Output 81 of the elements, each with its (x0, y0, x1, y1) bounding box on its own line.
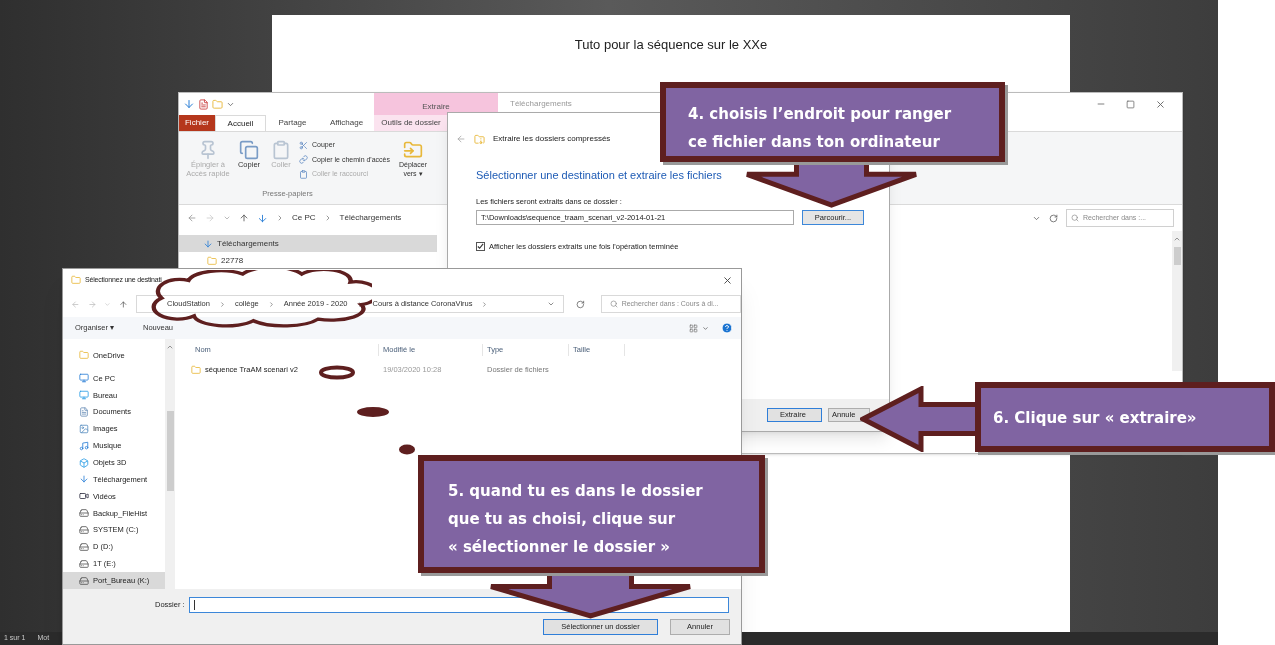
download-icon (79, 474, 89, 485)
back-icon[interactable] (71, 299, 80, 309)
drive-icon (79, 525, 89, 535)
scrollbar[interactable] (1172, 231, 1182, 371)
forward-icon[interactable] (205, 213, 215, 223)
document-title: Tuto pour la séquence sur le XXe (574, 36, 768, 54)
drive-icon (79, 508, 89, 519)
view-icon[interactable] (689, 323, 698, 333)
image-icon (79, 423, 89, 434)
drive-icon (79, 558, 89, 569)
scrollbar[interactable] (165, 339, 175, 589)
tree-item[interactable]: 22778 (179, 252, 437, 269)
check-icon (477, 242, 484, 250)
ribbon-tab[interactable]: Partage (266, 115, 319, 131)
forward-icon[interactable] (87, 299, 97, 309)
drive-icon (79, 541, 89, 552)
callout: 5. quand tu es dans le dossier que tu as choisi, clique sur « sélectionner le dossier » (418, 455, 765, 573)
dialog-heading: Sélectionner une destination et extraire les fichiers (476, 168, 723, 183)
back-icon[interactable] (187, 213, 197, 223)
callout: 4. choisis l’endroit pour ranger ce fichier dans ton ordinateur (660, 82, 1005, 162)
chevron-icon (276, 214, 284, 222)
scroll-thumb[interactable] (166, 411, 174, 491)
music-icon (79, 440, 89, 451)
copy-icon (239, 140, 259, 160)
video-icon (79, 491, 89, 502)
breadcrumb-item[interactable]: Téléchargements (339, 212, 402, 224)
computer-icon (79, 373, 89, 384)
close-icon[interactable] (722, 274, 733, 286)
ribbon-tab[interactable]: Accueil (215, 115, 266, 131)
up-icon[interactable] (119, 299, 128, 309)
ribbon-tab[interactable]: Affichage (319, 115, 374, 131)
search-icon (1071, 214, 1079, 222)
up-icon[interactable] (239, 213, 249, 223)
scissors-icon (299, 140, 308, 150)
folder-icon (207, 255, 217, 266)
caret-icon[interactable] (223, 214, 231, 222)
chevron-icon (218, 300, 226, 308)
maximize-icon[interactable] (1126, 99, 1135, 109)
caret-icon[interactable] (702, 324, 709, 332)
contextual-tab-header: Extraire (374, 93, 498, 115)
checkbox[interactable] (476, 241, 485, 251)
download-icon[interactable] (183, 98, 195, 110)
scroll-up-icon[interactable] (166, 343, 174, 351)
link-icon (299, 155, 308, 165)
refresh-icon[interactable] (575, 299, 585, 309)
breadcrumb-item[interactable]: Ce PC (292, 212, 316, 224)
pin-icon (198, 140, 218, 160)
thought-bubble (356, 406, 390, 418)
back-icon[interactable] (456, 134, 466, 144)
document-icon (79, 407, 89, 417)
folder-icon (403, 140, 423, 160)
chevron-icon (267, 300, 275, 308)
folder-icon (71, 275, 81, 285)
drive-icon (79, 575, 89, 586)
refresh-icon[interactable] (1049, 213, 1058, 223)
ribbon-tab[interactable]: Outils de dossier (374, 115, 448, 131)
desktop-icon (79, 390, 89, 401)
window-title: Téléchargements (510, 98, 572, 110)
dialog-title: Extraire les dossiers compressés (493, 133, 611, 145)
thought-bubble (398, 444, 416, 455)
help-icon[interactable] (721, 322, 733, 334)
folder-icon (79, 350, 89, 361)
scroll-up-icon[interactable] (1173, 235, 1181, 243)
folder-icon (191, 365, 201, 375)
cube-icon (79, 457, 89, 468)
zip-folder-icon (474, 133, 485, 145)
tree-item[interactable]: Téléchargements (179, 235, 437, 252)
caret-icon[interactable] (546, 300, 555, 308)
download-icon (203, 238, 213, 249)
download-icon (257, 212, 268, 224)
ribbon-tab[interactable]: Fichier (179, 115, 215, 131)
chevron-icon (481, 300, 489, 308)
search-icon (609, 300, 618, 308)
callout: 6. Clique sur « extraire» (975, 382, 1275, 452)
clipboard-icon (271, 140, 291, 160)
folder-icon[interactable] (212, 98, 223, 110)
clipboard-icon (299, 169, 308, 179)
close-icon[interactable] (1155, 98, 1166, 110)
scroll-thumb[interactable] (1173, 247, 1181, 265)
thought-bubble (318, 365, 356, 380)
properties-icon[interactable] (198, 98, 209, 110)
